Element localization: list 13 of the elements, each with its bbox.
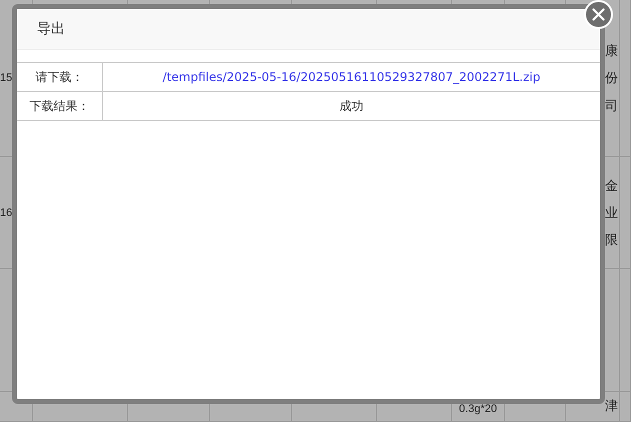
table-cell: 成功	[103, 92, 600, 121]
table-cell: 请下载：	[17, 63, 103, 92]
row-number: 15	[0, 72, 12, 84]
close-icon	[592, 8, 605, 21]
table-cell-text: 金业限	[605, 176, 618, 250]
download-link[interactable]: /tempfiles/2025-05-16/20250516110529327807_2002271L.zip	[162, 70, 540, 84]
dialog-title: 导出	[37, 20, 65, 38]
table-cell: 下载结果：	[17, 92, 103, 121]
close-button[interactable]	[584, 0, 613, 29]
table-cell-text: 津	[605, 397, 618, 415]
row-number: 16	[0, 206, 12, 218]
table-cell-text: 0.3g*20	[459, 403, 497, 415]
table-cell-text: 康份司	[605, 42, 618, 115]
